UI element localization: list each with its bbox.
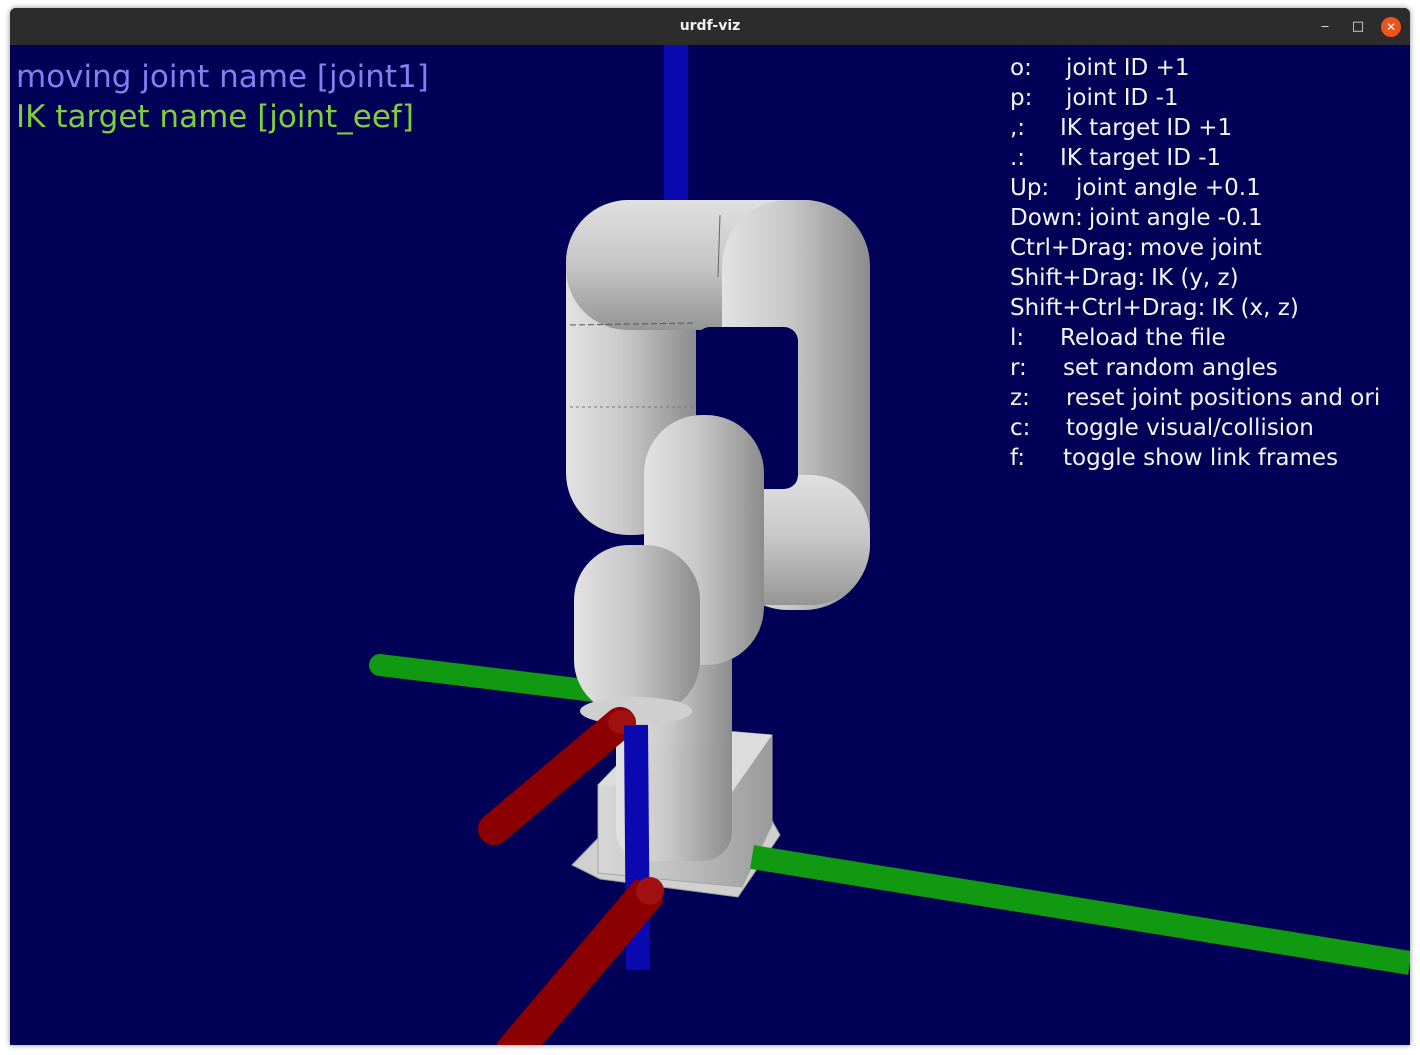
help-row: Ctrl+Drag: move joint (1010, 233, 1410, 263)
3d-viewport[interactable]: moving joint name [joint1] IK target nam… (10, 45, 1410, 1045)
help-text: toggle visual/collision (1066, 415, 1314, 441)
help-text: move joint (1139, 235, 1262, 261)
help-text: IK target ID -1 (1060, 145, 1222, 171)
close-button[interactable]: ✕ (1381, 17, 1401, 37)
help-row: ,: IK target ID +1 (1010, 113, 1410, 143)
help-text: IK target ID +1 (1060, 115, 1233, 141)
help-key: f: (1010, 445, 1026, 471)
title-bar[interactable]: urdf-viz ‒ □ ✕ (10, 8, 1410, 45)
help-key: .: (1010, 145, 1026, 171)
help-key: Shift+Ctrl+Drag: (1010, 295, 1206, 321)
help-text: joint angle -0.1 (1088, 205, 1263, 231)
keyboard-help-panel: o: joint ID +1 p: joint ID -1 ,: IK target … (1010, 53, 1410, 473)
help-row: f: toggle show link frames (1010, 443, 1410, 473)
help-text: set random angles (1063, 355, 1278, 381)
help-key: p: (1010, 85, 1033, 111)
help-key: Ctrl+Drag: (1010, 235, 1134, 261)
help-row: Up: joint angle +0.1 (1010, 173, 1410, 203)
help-row: c: toggle visual/collision (1010, 413, 1410, 443)
y-axis-right (750, 845, 1410, 975)
help-row: Down: joint angle -0.1 (1010, 203, 1410, 233)
help-text: joint ID -1 (1066, 85, 1179, 111)
help-row: Shift+Drag: IK (y, z) (1010, 263, 1410, 293)
help-row: p: joint ID -1 (1010, 83, 1410, 113)
help-text: IK (x, z) (1211, 295, 1299, 321)
robot-link-5-cap (580, 697, 692, 725)
ik-target-label: IK target name [joint_eef] (16, 99, 414, 135)
help-key: Up: (1010, 175, 1050, 201)
robot-link-5 (574, 545, 700, 715)
help-key: o: (1010, 55, 1032, 81)
help-text: joint angle +0.1 (1076, 175, 1261, 201)
help-text: Reload the file (1060, 325, 1226, 351)
help-key: c: (1010, 415, 1031, 441)
help-row: z: reset joint positions and ori (1010, 383, 1410, 413)
help-row: l: Reload the file (1010, 323, 1410, 353)
help-key: l: (1010, 325, 1025, 351)
help-text: IK (y, z) (1151, 265, 1239, 291)
help-key: Down: (1010, 205, 1083, 231)
maximize-button[interactable]: □ (1348, 17, 1368, 37)
help-text: joint ID +1 (1066, 55, 1190, 81)
help-key: z: (1010, 385, 1030, 411)
help-row: .: IK target ID -1 (1010, 143, 1410, 173)
help-row: Shift+Ctrl+Drag: IK (x, z) (1010, 293, 1410, 323)
help-key: ,: (1010, 115, 1026, 141)
help-row: r: set random angles (1010, 353, 1410, 383)
app-window: urdf-viz ‒ □ ✕ moving joint name [joint1… (10, 8, 1410, 1045)
x-axis-lower-cap (636, 877, 664, 905)
moving-joint-label: moving joint name [joint1] (16, 59, 429, 95)
minimize-button[interactable]: ‒ (1315, 17, 1335, 37)
help-text: toggle show link frames (1063, 445, 1339, 471)
help-key: r: (1010, 355, 1027, 381)
window-title: urdf-viz (679, 18, 741, 34)
help-key: Shift+Drag: (1010, 265, 1146, 291)
help-text: reset joint positions and ori (1066, 385, 1381, 411)
help-row: o: joint ID +1 (1010, 53, 1410, 83)
